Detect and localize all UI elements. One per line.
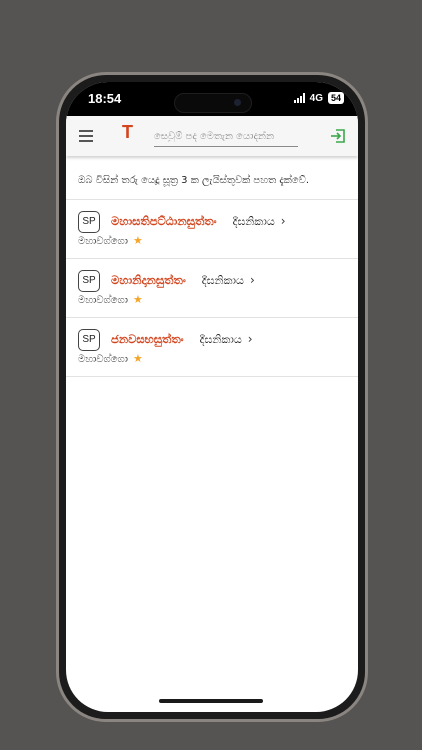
sp-badge: SP (78, 270, 100, 292)
star-icon[interactable]: ★ (133, 293, 143, 306)
collection-link[interactable]: දීඝනිකාය › (233, 214, 286, 228)
status-indicators: 4G 54 (293, 92, 344, 104)
search-input[interactable] (154, 126, 298, 147)
intro-text: ඔබ විසින් තරු යෙදූ සූත්‍ර 3 ක ලැයිස්තුවක… (66, 156, 358, 200)
result-section: මහාවග්ගො ★ (78, 293, 143, 306)
home-indicator[interactable] (159, 699, 263, 703)
login-icon[interactable] (330, 128, 346, 144)
hamburger-menu-icon[interactable] (79, 130, 93, 145)
sp-badge: SP (78, 329, 100, 351)
camera-dot-icon (234, 99, 241, 106)
result-title[interactable]: මහානිදානසුත්තං දීඝනිකාය › (111, 273, 255, 288)
signal-strength-icon (293, 93, 305, 103)
result-section: මහාවග්ගො ★ (78, 352, 143, 365)
network-type: 4G (309, 92, 323, 104)
chevron-right-icon: › (280, 214, 286, 228)
section-name: මහාවග්ගො (78, 236, 128, 247)
content-area: ඔබ විසින් තරු යෙදූ සූත්‍ර 3 ක ලැයිස්තුවක… (66, 156, 358, 377)
star-icon[interactable]: ★ (133, 352, 143, 365)
result-section: මහාවග්ගො ★ (78, 234, 143, 247)
status-bar: 18:54 4G 54 (66, 82, 358, 116)
list-item[interactable]: SP ජනවසභසුත්තං දීඝනිකාය › මහාවග්ගො ★ (66, 318, 358, 377)
sutta-title[interactable]: මහාසතිපට්ඨානසුත්තං (111, 214, 217, 228)
chevron-right-icon: › (247, 332, 253, 346)
sutta-title[interactable]: මහානිදානසුත්තං (111, 273, 186, 287)
phone-screen: 18:54 4G 54 T ඔබ විසින් තරු යෙදූ සූත්‍ර … (66, 82, 358, 712)
result-title[interactable]: මහාසතිපට්ඨානසුත්තං දීඝනිකාය › (111, 214, 286, 229)
battery-icon: 54 (327, 92, 344, 104)
list-item[interactable]: SP මහානිදානසුත්තං දීඝනිකාය › මහාවග්ගො ★ (66, 259, 358, 318)
brand-logo-icon[interactable]: T (122, 122, 133, 143)
sp-badge: SP (78, 211, 100, 233)
sutta-title[interactable]: ජනවසභසුත්තං (111, 332, 184, 346)
collection-name[interactable]: දීඝනිකාය (200, 333, 242, 346)
collection-name[interactable]: දීඝනිකාය (202, 274, 244, 287)
star-icon[interactable]: ★ (133, 234, 143, 247)
chevron-right-icon: › (249, 273, 255, 287)
collection-link[interactable]: දීඝනිකාය › (200, 332, 253, 346)
app-bar: T (66, 116, 358, 156)
status-time: 18:54 (88, 91, 122, 106)
result-title[interactable]: ජනවසභසුත්තං දීඝනිකාය › (111, 332, 253, 347)
section-name: මහාවග්ගො (78, 295, 128, 306)
collection-link[interactable]: දීඝනිකාය › (202, 273, 255, 287)
dynamic-island (174, 93, 252, 113)
section-name: මහාවග්ගො (78, 354, 128, 365)
collection-name[interactable]: දීඝනිකාය (233, 215, 275, 228)
list-item[interactable]: SP මහාසතිපට්ඨානසුත්තං දීඝනිකාය › මහාවග්ගො… (66, 200, 358, 259)
